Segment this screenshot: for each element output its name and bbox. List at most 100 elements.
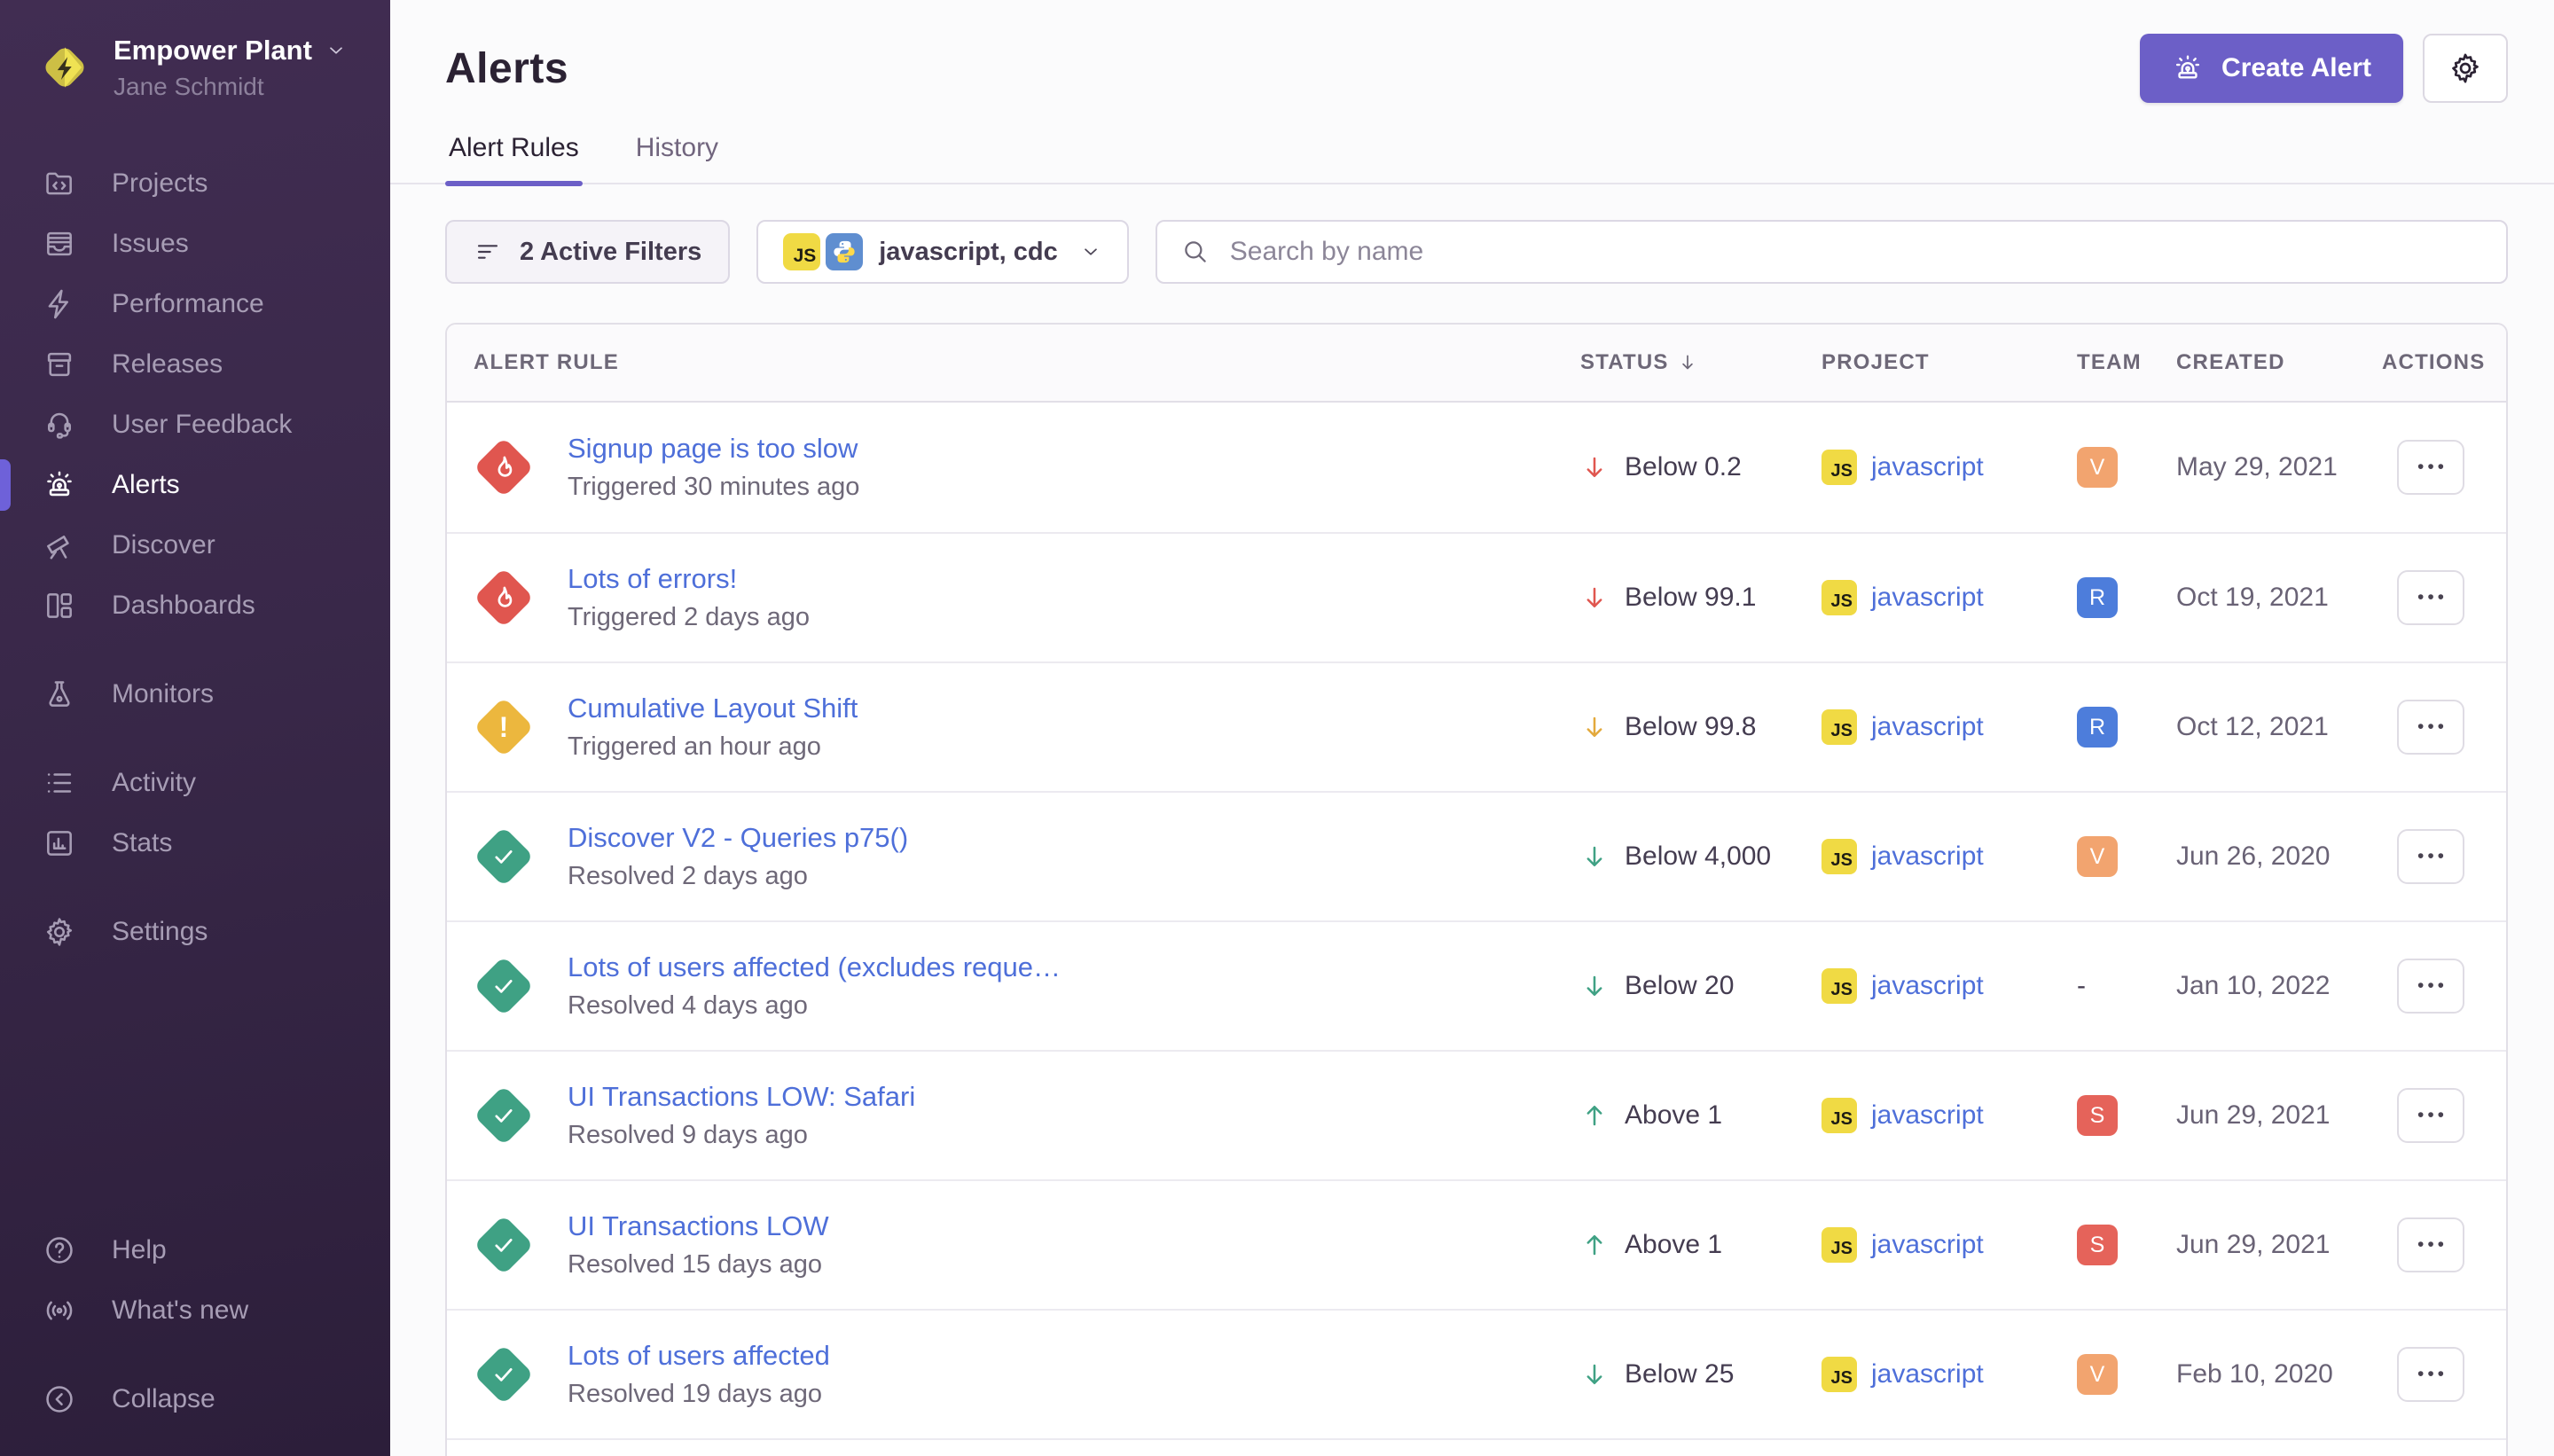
table-row: Signup page is too slow Triggered 30 minu… bbox=[447, 403, 2506, 532]
collapse-icon bbox=[43, 1382, 76, 1416]
javascript-platform-icon: JS bbox=[1821, 450, 1857, 485]
sidebar-item-label: Discover bbox=[112, 530, 215, 560]
project-link[interactable]: javascript bbox=[1871, 1230, 1984, 1260]
sidebar-item-what-s-new[interactable]: What's new bbox=[0, 1280, 390, 1341]
sidebar-item-projects[interactable]: Projects bbox=[0, 153, 390, 214]
javascript-platform-icon: JS bbox=[1821, 709, 1857, 745]
exclamation-icon: ! bbox=[489, 712, 519, 742]
tab-history[interactable]: History bbox=[632, 133, 722, 184]
project-link[interactable]: javascript bbox=[1871, 452, 1984, 482]
nav-group-gap bbox=[0, 724, 390, 753]
javascript-platform-icon: JS bbox=[1821, 839, 1857, 874]
created-date: Feb 10, 2020 bbox=[2176, 1359, 2382, 1389]
resolved-status-icon bbox=[474, 1085, 534, 1146]
alert-rule-link[interactable]: Cumulative Layout Shift bbox=[568, 693, 858, 724]
alert-rule-link[interactable]: UI Transactions LOW bbox=[568, 1210, 829, 1242]
row-actions-button[interactable]: ••• bbox=[2397, 829, 2464, 884]
table-header-row: Alert Rule Status Project Team Created A… bbox=[447, 325, 2506, 403]
team-avatar: V bbox=[2077, 447, 2118, 488]
user-feedback-icon bbox=[43, 408, 76, 442]
table-row: Lots of users affected (excludes reque… R… bbox=[447, 920, 2506, 1050]
created-date: May 29, 2021 bbox=[2176, 452, 2382, 482]
alert-rule-subtitle: Triggered 30 minutes ago bbox=[568, 473, 859, 502]
sidebar-item-dashboards[interactable]: Dashboards bbox=[0, 575, 390, 636]
project-link[interactable]: javascript bbox=[1871, 583, 1984, 613]
sidebar-item-label: Issues bbox=[112, 229, 189, 259]
sidebar-item-discover[interactable]: Discover bbox=[0, 515, 390, 575]
alerts-icon bbox=[43, 468, 76, 502]
row-actions-button[interactable]: ••• bbox=[2397, 1217, 2464, 1272]
alert-rule-link[interactable]: Signup page is too slow bbox=[568, 433, 859, 465]
alert-rule-link[interactable]: Lots of users affected (excludes reque… bbox=[568, 951, 1061, 983]
search-input[interactable] bbox=[1230, 237, 2483, 267]
sidebar-item-monitors[interactable]: Monitors bbox=[0, 664, 390, 724]
javascript-platform-icon: JS bbox=[1821, 1098, 1857, 1133]
team-none: - bbox=[2077, 971, 2086, 1000]
tab-alert-rules[interactable]: Alert Rules bbox=[445, 133, 583, 184]
sidebar-item-help[interactable]: Help bbox=[0, 1220, 390, 1280]
created-date: Jun 29, 2021 bbox=[2176, 1100, 2382, 1131]
arrow-down-icon bbox=[1580, 842, 1609, 871]
project-link[interactable]: javascript bbox=[1871, 971, 1984, 1001]
resolved-status-icon bbox=[474, 1215, 534, 1275]
releases-icon bbox=[43, 348, 76, 381]
resolved-status-icon bbox=[474, 826, 534, 887]
created-date: Oct 12, 2021 bbox=[2176, 712, 2382, 742]
projects-icon bbox=[43, 167, 76, 200]
sidebar-item-user-feedback[interactable]: User Feedback bbox=[0, 395, 390, 455]
row-actions-button[interactable]: ••• bbox=[2397, 440, 2464, 495]
siren-icon bbox=[2172, 52, 2204, 84]
sidebar-item-alerts[interactable]: Alerts bbox=[0, 455, 390, 515]
help-icon bbox=[43, 1233, 76, 1267]
sidebar-item-collapse[interactable]: Collapse bbox=[0, 1369, 390, 1429]
arrow-down-icon bbox=[1580, 713, 1609, 741]
alert-settings-button[interactable] bbox=[2423, 34, 2508, 103]
alert-rule-link[interactable]: Discover V2 - Queries p75() bbox=[568, 822, 908, 854]
alert-rule-subtitle: Resolved 4 days ago bbox=[568, 991, 1061, 1021]
created-date: Jun 29, 2021 bbox=[2176, 1230, 2382, 1260]
alert-rule-link[interactable]: Lots of errors! bbox=[568, 563, 810, 595]
row-actions-button[interactable]: ••• bbox=[2397, 700, 2464, 755]
sidebar-item-stats[interactable]: Stats bbox=[0, 813, 390, 873]
alert-rule-link[interactable]: Lots of users affected bbox=[568, 1340, 830, 1372]
sidebar-item-releases[interactable]: Releases bbox=[0, 334, 390, 395]
status-value: Above 1 bbox=[1625, 1230, 1722, 1260]
arrow-down-icon bbox=[1580, 1360, 1609, 1389]
org-name: Empower Plant bbox=[114, 34, 312, 67]
check-icon bbox=[489, 842, 519, 872]
sidebar-item-label: User Feedback bbox=[112, 410, 292, 440]
project-filter-dropdown[interactable]: JS javascript, cdc bbox=[756, 220, 1129, 284]
javascript-platform-icon: JS bbox=[1821, 1227, 1857, 1263]
sidebar-item-settings[interactable]: Settings bbox=[0, 902, 390, 962]
sort-desc-icon bbox=[1676, 351, 1699, 374]
filter-bar: 2 Active Filters JS javascript, cdc bbox=[445, 220, 2508, 284]
project-link[interactable]: javascript bbox=[1871, 712, 1984, 742]
team-avatar: R bbox=[2077, 707, 2118, 748]
sidebar: Empower Plant Jane Schmidt Projects Issue… bbox=[0, 0, 390, 1456]
sidebar-item-activity[interactable]: Activity bbox=[0, 753, 390, 813]
column-header-status[interactable]: Status bbox=[1580, 350, 1821, 375]
alert-rule-link[interactable]: UI Transactions LOW: Safari bbox=[568, 1081, 915, 1113]
search-box bbox=[1156, 220, 2508, 284]
python-project-icon bbox=[826, 233, 863, 270]
arrow-down-icon bbox=[1580, 972, 1609, 1000]
row-actions-button[interactable]: ••• bbox=[2397, 959, 2464, 1014]
team-avatar: R bbox=[2077, 577, 2118, 618]
row-actions-button[interactable]: ••• bbox=[2397, 570, 2464, 625]
row-actions-button[interactable]: ••• bbox=[2397, 1088, 2464, 1143]
row-actions-button[interactable]: ••• bbox=[2397, 1347, 2464, 1402]
sidebar-item-label: Activity bbox=[112, 768, 196, 798]
org-logo bbox=[39, 38, 90, 97]
settings-icon bbox=[43, 915, 76, 949]
arrow-up-icon bbox=[1580, 1101, 1609, 1130]
project-link[interactable]: javascript bbox=[1871, 842, 1984, 872]
org-switcher[interactable]: Empower Plant Jane Schmidt bbox=[0, 34, 390, 102]
arrow-down-icon bbox=[1580, 453, 1609, 481]
status-value: Below 99.1 bbox=[1625, 583, 1756, 613]
sidebar-item-performance[interactable]: Performance bbox=[0, 274, 390, 334]
sidebar-item-issues[interactable]: Issues bbox=[0, 214, 390, 274]
active-filters-button[interactable]: 2 Active Filters bbox=[445, 220, 730, 284]
project-link[interactable]: javascript bbox=[1871, 1100, 1984, 1131]
create-alert-button[interactable]: Create Alert bbox=[2140, 34, 2403, 103]
project-link[interactable]: javascript bbox=[1871, 1359, 1984, 1389]
